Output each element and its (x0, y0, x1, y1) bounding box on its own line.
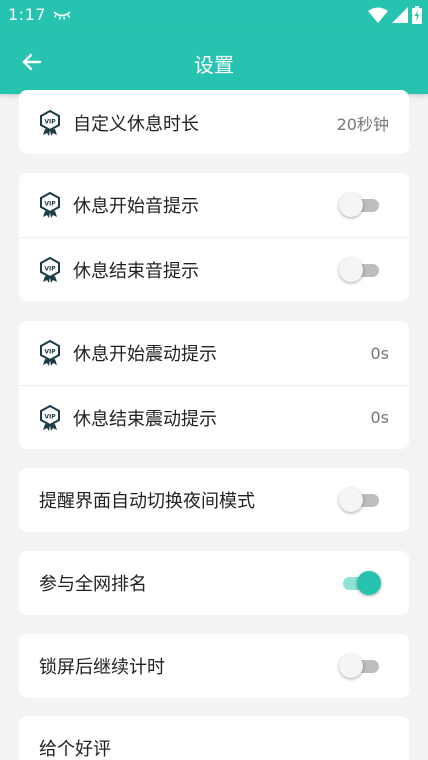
sound-prompt-card: VIP 休息开始音提示 VIP 休息结束音提示 (19, 173, 409, 301)
lock-screen-card: 锁屏后继续计时 (19, 634, 409, 698)
auto-night-mode-toggle[interactable] (339, 486, 381, 514)
vip-badge-icon: VIP (40, 404, 60, 431)
toggle-knob (339, 193, 363, 217)
rate-card: 给个好评 (19, 716, 409, 760)
continue-after-lock-toggle[interactable] (339, 652, 381, 680)
page-title: 设置 (194, 53, 234, 77)
vip-badge-icon: VIP (40, 192, 60, 218)
rest-start-sound-toggle[interactable] (339, 191, 381, 219)
continue-after-lock-label: 锁屏后继续计时 (39, 657, 165, 678)
system-indicators (368, 5, 422, 25)
toggle-knob (339, 654, 363, 678)
rate-us-label: 给个好评 (39, 739, 111, 760)
eye-comfort-icon (53, 11, 71, 20)
toggle-knob (339, 257, 363, 282)
status-bar: 1:17 (0, 0, 428, 30)
toggle-knob (339, 488, 363, 512)
svg-text:VIP: VIP (44, 349, 56, 356)
svg-text:VIP: VIP (44, 201, 56, 208)
vip-badge-icon: VIP (40, 256, 60, 283)
rest-end-vibrate-row[interactable]: VIP 休息结束震动提示 0s (19, 385, 409, 449)
rate-us-row[interactable]: 给个好评 (19, 716, 409, 760)
rest-start-vibrate-row[interactable]: VIP 休息开始震动提示 0s (19, 321, 409, 385)
rest-duration-value: 20秒钟 (336, 114, 389, 134)
vip-badge-icon: VIP (40, 109, 60, 136)
app-bar: 设置 (0, 30, 428, 94)
vip-badge-icon: VIP (40, 340, 60, 366)
status-time: 1:17 (8, 5, 46, 24)
global-ranking-label: 参与全网排名 (39, 574, 147, 595)
rest-end-sound-label: 休息结束音提示 (73, 260, 199, 282)
global-ranking-toggle[interactable] (339, 569, 381, 597)
cellular-signal-icon (392, 7, 408, 23)
svg-text:VIP: VIP (44, 118, 56, 125)
rest-duration-card: VIP 自定义休息时长 20秒钟 (19, 90, 409, 154)
vibration-prompt-card: VIP 休息开始震动提示 0s VIP 休息结束震动提示 0s (19, 321, 409, 449)
rest-start-vibrate-value: 0s (370, 343, 389, 363)
auto-night-mode-label: 提醒界面自动切换夜间模式 (39, 491, 255, 512)
continue-after-lock-row[interactable]: 锁屏后继续计时 (19, 634, 409, 698)
toggle-knob (357, 571, 381, 595)
battery-charging-icon (412, 6, 422, 24)
auto-night-mode-row[interactable]: 提醒界面自动切换夜间模式 (19, 468, 409, 532)
night-mode-card: 提醒界面自动切换夜间模式 (19, 468, 409, 532)
rest-end-sound-toggle[interactable] (339, 256, 381, 284)
rest-start-sound-row[interactable]: VIP 休息开始音提示 (19, 173, 409, 237)
svg-text:VIP: VIP (44, 265, 56, 272)
rest-end-vibrate-label: 休息结束震动提示 (73, 408, 217, 430)
rest-start-vibrate-label: 休息开始震动提示 (73, 344, 217, 365)
wifi-icon (368, 7, 388, 23)
rest-duration-row[interactable]: VIP 自定义休息时长 20秒钟 (19, 90, 409, 154)
rest-end-sound-row[interactable]: VIP 休息结束音提示 (19, 237, 409, 301)
global-ranking-row[interactable]: 参与全网排名 (19, 551, 409, 615)
svg-text:VIP: VIP (44, 413, 56, 420)
rest-start-sound-label: 休息开始音提示 (73, 196, 199, 217)
ranking-card: 参与全网排名 (19, 551, 409, 615)
rest-duration-label: 自定义休息时长 (73, 113, 199, 135)
rest-end-vibrate-value: 0s (370, 408, 389, 427)
